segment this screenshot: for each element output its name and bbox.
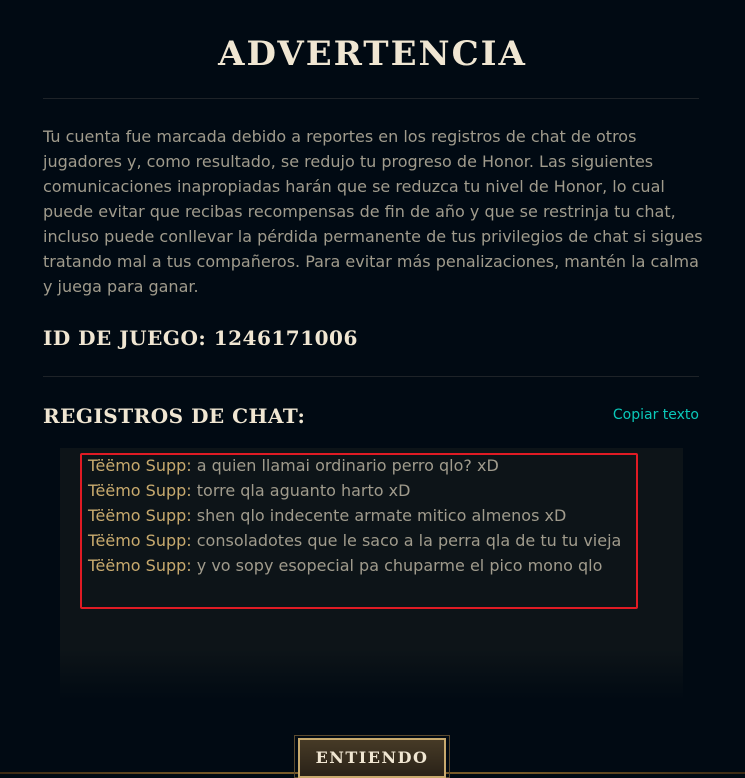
chat-speaker: Tëëmo Supp: bbox=[88, 506, 192, 525]
chat-log-box[interactable]: Tëëmo Supp: a quien llamai ordinario per… bbox=[60, 448, 683, 700]
chat-speaker: Tëëmo Supp: bbox=[88, 481, 192, 500]
chat-message: shen qlo indecente armate mitico almenos… bbox=[191, 506, 567, 525]
chat-speaker: Tëëmo Supp: bbox=[88, 456, 192, 475]
chat-logs-heading: REGISTROS DE CHAT: bbox=[43, 404, 306, 428]
chat-line: Tëëmo Supp: torre qla aguanto harto xD bbox=[88, 478, 678, 503]
chat-message: consoladotes que le saco a la perra qla … bbox=[191, 531, 622, 550]
warning-message: Tu cuenta fue marcada debido a reportes … bbox=[43, 127, 703, 296]
chat-line: Tëëmo Supp: y vo sopy esopecial pa chupa… bbox=[88, 553, 678, 578]
page-title: ADVERTENCIA bbox=[218, 34, 527, 74]
understand-button[interactable]: ENTIENDO bbox=[298, 738, 446, 778]
section-divider bbox=[43, 376, 699, 377]
chat-line: Tëëmo Supp: a quien llamai ordinario per… bbox=[88, 453, 678, 478]
chat-message: y vo sopy esopecial pa chuparme el pico … bbox=[191, 556, 603, 575]
chat-speaker: Tëëmo Supp: bbox=[88, 556, 192, 575]
chat-line: Tëëmo Supp: shen qlo indecente armate mi… bbox=[88, 503, 678, 528]
copy-text-link[interactable]: Copiar texto bbox=[613, 407, 699, 423]
game-id: ID DE JUEGO: 1246171006 bbox=[43, 326, 358, 350]
title-divider bbox=[43, 98, 699, 99]
chat-lines: Tëëmo Supp: a quien llamai ordinario per… bbox=[88, 453, 678, 578]
chat-speaker: Tëëmo Supp: bbox=[88, 531, 192, 550]
chat-message: a quien llamai ordinario perro qlo? xD bbox=[191, 456, 499, 475]
chat-line: Tëëmo Supp: consoladotes que le saco a l… bbox=[88, 528, 678, 553]
chat-message: torre qla aguanto harto xD bbox=[191, 481, 411, 500]
